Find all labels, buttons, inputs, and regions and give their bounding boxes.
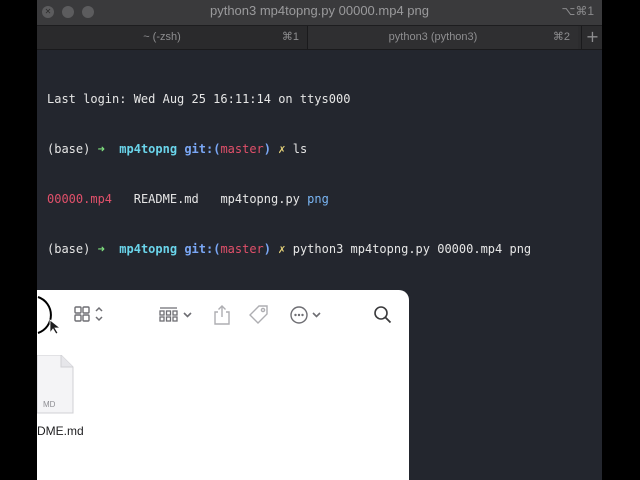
tag-icon[interactable] xyxy=(247,304,271,326)
tab-shortcut: ⌘1 xyxy=(281,31,299,43)
file-entry: 00000.mp4 xyxy=(47,191,113,206)
file-item-readme[interactable]: MD DME.md xyxy=(37,355,137,445)
login-line: Last login: Wed Aug 25 16:11:14 on ttys0… xyxy=(47,91,531,108)
more-icon[interactable] xyxy=(289,304,327,326)
window-title: python3 mp4topng.py 00000.mp4 png xyxy=(209,3,429,18)
prompt-line: (base) ➜ mp4topng git:(master) ✗ python3… xyxy=(47,241,531,258)
git-branch: master xyxy=(220,141,264,156)
conda-env: (base) xyxy=(47,241,91,256)
tab-shortcut: ⌘2 xyxy=(552,31,570,43)
new-tab-button[interactable]: + xyxy=(581,26,603,49)
markdown-document-icon: MD xyxy=(37,355,74,414)
terminal-titlebar: ✕ python3 mp4topng.py 00000.mp4 png ⌥⌘1 xyxy=(37,0,602,26)
pointer-highlight-icon xyxy=(37,296,62,335)
conda-env: (base) xyxy=(47,141,91,156)
git-dirty-mark: ✗ xyxy=(278,141,286,156)
window-shortcut: ⌥⌘1 xyxy=(561,4,594,18)
dir-entry: png xyxy=(307,191,329,206)
finder-toolbar xyxy=(37,290,409,340)
ls-output-line: 00000.mp4 README.md mp4topng.py png xyxy=(47,191,531,208)
command-text: python3 mp4topng.py 00000.mp4 png xyxy=(292,241,532,256)
login-text: Last login: Wed Aug 25 16:11:14 on ttys0… xyxy=(47,92,351,107)
search-icon[interactable] xyxy=(373,304,393,326)
prompt-arrow: ➜ xyxy=(97,141,105,156)
file-badge: MD xyxy=(43,400,56,409)
view-grid-icon[interactable] xyxy=(73,304,107,326)
current-dir: mp4topng xyxy=(119,141,178,156)
finder-window: MD DME.md xyxy=(37,290,409,480)
file-entry: README.md xyxy=(133,191,199,206)
git-branch: master xyxy=(220,241,264,256)
prompt-line: (base) ➜ mp4topng git:(master) ✗ ls xyxy=(47,141,531,158)
prompt-arrow: ➜ xyxy=(97,241,105,256)
file-name: DME.md xyxy=(37,424,84,438)
tab-python3[interactable]: python3 (python3) ⌘2 xyxy=(308,26,578,49)
tab-bar: ~ (-zsh) ⌘1 python3 (python3) ⌘2 + xyxy=(37,26,602,50)
group-icon[interactable] xyxy=(157,304,195,326)
screen: ✕ python3 mp4topng.py 00000.mp4 png ⌥⌘1 … xyxy=(0,0,640,480)
git-suffix: ) xyxy=(263,241,272,256)
tab-label: ~ (-zsh) xyxy=(143,31,181,43)
current-dir: mp4topng xyxy=(119,241,178,256)
git-suffix: ) xyxy=(263,141,272,156)
share-icon[interactable] xyxy=(212,304,232,326)
git-prefix: git:( xyxy=(184,141,221,156)
git-prefix: git:( xyxy=(184,241,221,256)
tab-zsh[interactable]: ~ (-zsh) ⌘1 xyxy=(37,26,308,49)
file-entry: mp4topng.py xyxy=(220,191,300,206)
command-text: ls xyxy=(292,141,308,156)
git-dirty-mark: ✗ xyxy=(278,241,286,256)
tab-label: python3 (python3) xyxy=(388,31,478,43)
